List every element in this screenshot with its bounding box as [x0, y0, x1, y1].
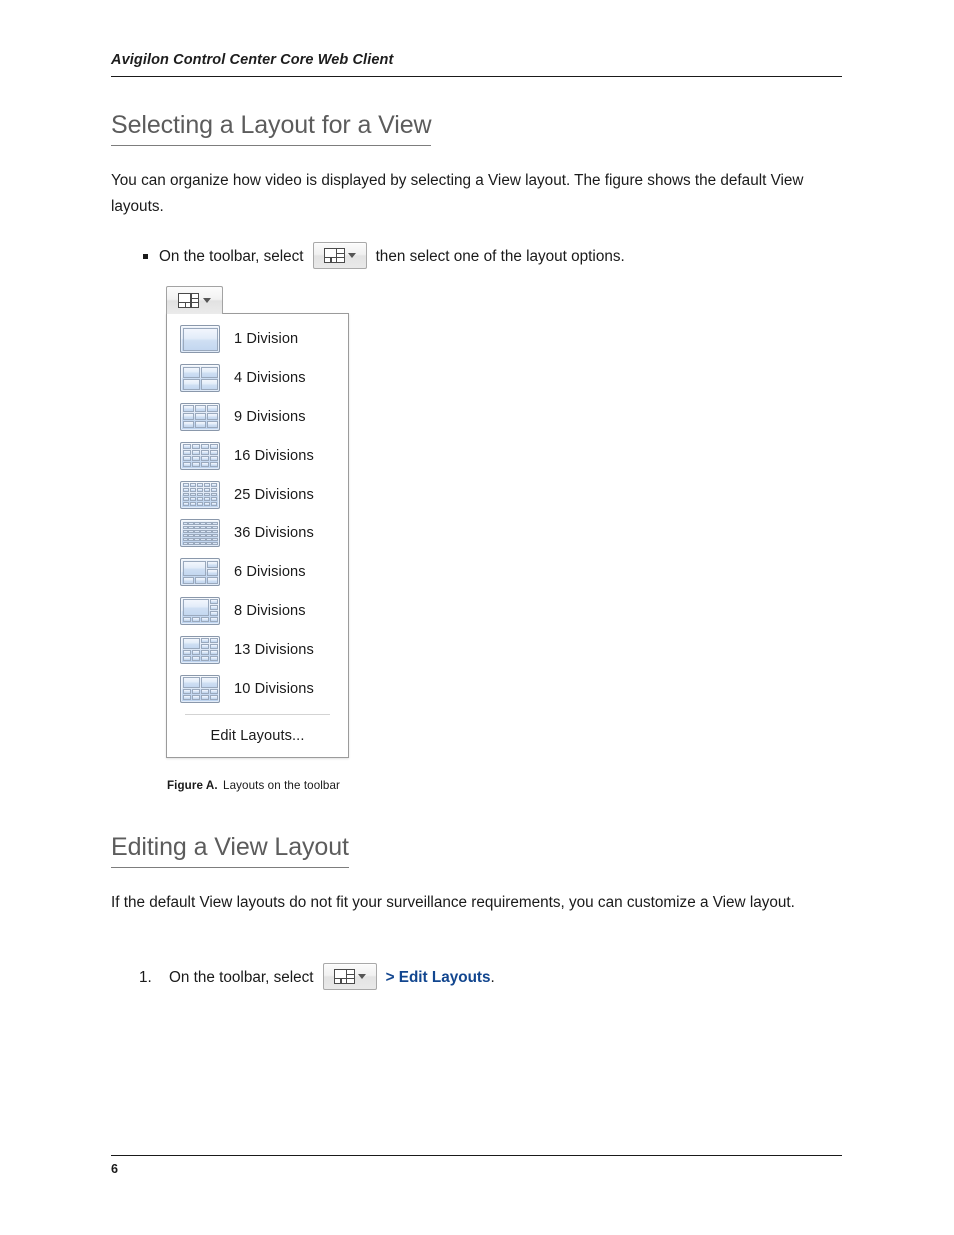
bullet-text-after: then select one of the layout options.: [375, 248, 625, 265]
paragraph-selecting-intro: You can organize how video is displayed …: [111, 172, 804, 215]
bullet-text-before: On the toolbar, select: [159, 248, 304, 265]
list-number: 1.: [139, 969, 152, 986]
layout-dropdown-button[interactable]: [166, 286, 223, 314]
chevron-down-icon: [347, 253, 356, 258]
figure-caption-text: Layouts on the toolbar: [223, 779, 340, 792]
menu-item-16-divisions[interactable]: 16 Divisions: [167, 436, 348, 475]
figure-caption-label: Figure A.: [167, 779, 218, 792]
menu-item-13-divisions[interactable]: 13 Divisions: [167, 630, 348, 669]
header-rule: [111, 76, 842, 77]
menu-item-label: 13 Divisions: [234, 641, 314, 658]
page-title-editing-layout: Editing a View Layout: [111, 833, 349, 868]
menu-item-8-divisions[interactable]: 8 Divisions: [167, 592, 348, 631]
running-header-text: Avigilon Control Center Core Web Client: [111, 52, 394, 68]
layout-thumbnail-36: [180, 519, 220, 548]
layout-grid-icon: [333, 969, 355, 984]
figure-layouts-dropdown: 1 Division 4 Divisions 9 Divisions 16 Di…: [166, 286, 349, 759]
menu-item-4-divisions[interactable]: 4 Divisions: [167, 359, 348, 398]
running-header: Avigilon Control Center Core Web Client: [111, 52, 842, 77]
numbered-list-item-edit-layouts: 1. On the toolbar, select > Edit Layouts…: [139, 963, 839, 991]
menu-item-label: 10 Divisions: [234, 680, 314, 697]
inline-layout-toolbar-button[interactable]: [312, 242, 367, 269]
menu-item-label: 36 Divisions: [234, 525, 314, 542]
layout-grid-icon: [178, 293, 199, 308]
page-footer: 6: [111, 1155, 842, 1176]
layout-thumbnail-13: [180, 635, 220, 664]
edit-layouts-link[interactable]: > Edit Layouts: [386, 965, 491, 990]
layout-thumbnail-4: [180, 364, 220, 393]
page-title-selecting-layout: Selecting a Layout for a View: [111, 111, 432, 146]
layout-thumbnail-10: [180, 674, 220, 703]
layout-grid-icon: [323, 248, 345, 263]
page-number: 6: [111, 1162, 119, 1176]
chevron-down-icon: [203, 298, 211, 303]
menu-item-label: 1 Division: [234, 331, 299, 348]
step-text-before: On the toolbar, select: [169, 969, 314, 986]
menu-item-36-divisions[interactable]: 36 Divisions: [167, 514, 348, 553]
menu-item-label: 16 Divisions: [234, 447, 314, 464]
chevron-down-icon: [357, 974, 366, 979]
document-page: Avigilon Control Center Core Web Client …: [0, 0, 954, 1235]
menu-item-1-division[interactable]: 1 Division: [167, 320, 348, 359]
layout-thumbnail-8: [180, 596, 220, 625]
layout-dropdown-menu: 1 Division 4 Divisions 9 Divisions 16 Di…: [166, 313, 349, 758]
menu-item-10-divisions[interactable]: 10 Divisions: [167, 669, 348, 708]
menu-item-label: 25 Divisions: [234, 486, 314, 503]
menu-item-label: 8 Divisions: [234, 602, 306, 619]
bullet-list-item-toolbar-select: On the toolbar, select then select one o…: [143, 242, 843, 270]
step-text-after: .: [490, 969, 495, 986]
layout-thumbnail-25: [180, 480, 220, 509]
layout-thumbnail-16: [180, 441, 220, 470]
bullet-marker: [143, 251, 159, 262]
figure-caption: Figure A. Layouts on the toolbar: [167, 779, 340, 792]
menu-item-label: 4 Divisions: [234, 370, 306, 387]
layout-thumbnail-9: [180, 402, 220, 431]
layout-thumbnail-6: [180, 558, 220, 587]
layout-thumbnail-1: [180, 325, 220, 354]
menu-item-25-divisions[interactable]: 25 Divisions: [167, 475, 348, 514]
menu-item-6-divisions[interactable]: 6 Divisions: [167, 553, 348, 592]
menu-item-label: 9 Divisions: [234, 408, 306, 425]
inline-layout-toolbar-button[interactable]: [322, 963, 377, 990]
menu-item-9-divisions[interactable]: 9 Divisions: [167, 398, 348, 437]
menu-item-edit-layouts[interactable]: Edit Layouts...: [167, 715, 348, 757]
footer-rule: [111, 1155, 842, 1156]
menu-item-label: 6 Divisions: [234, 564, 306, 581]
paragraph-editing-intro: If the default View layouts do not fit y…: [111, 894, 795, 911]
